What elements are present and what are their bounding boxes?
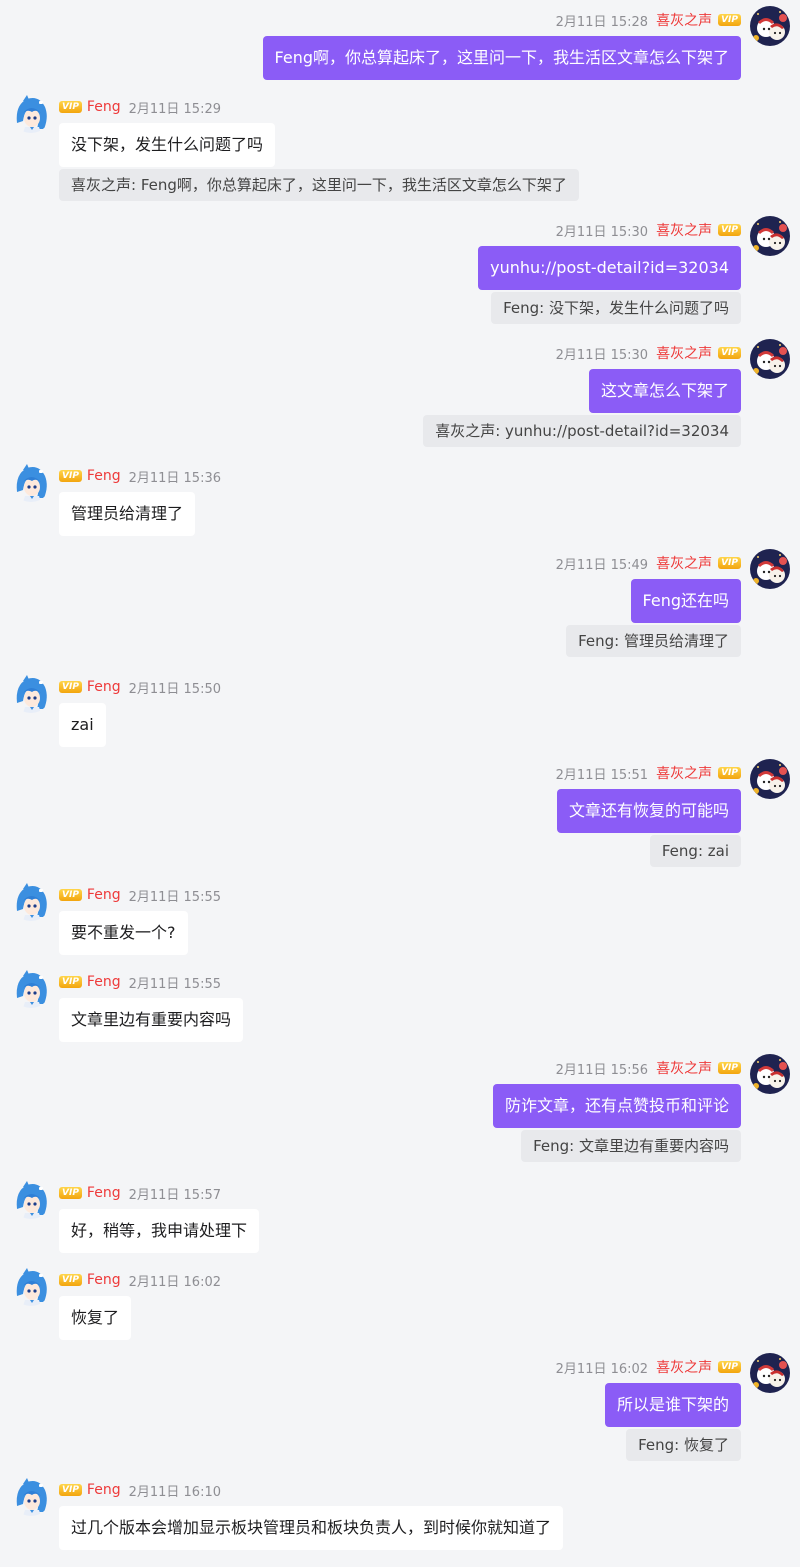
quoted-reply[interactable]: Feng: 恢复了 (626, 1429, 741, 1461)
quoted-reply[interactable]: 喜灰之声: Feng啊，你总算起床了，这里问一下，我生活区文章怎么下架了 (59, 169, 579, 201)
timestamp: 2月11日 15:30 (555, 347, 649, 363)
timestamp: 2月11日 15:55 (128, 976, 222, 992)
timestamp: 2月11日 15:28 (555, 14, 649, 30)
message-meta: VIP Feng 2月11日 16:10 (59, 1480, 221, 1500)
quoted-reply[interactable]: Feng: zai (649, 835, 741, 867)
avatar[interactable] (750, 1353, 790, 1393)
message-bubble[interactable]: 恢复了 (59, 1296, 132, 1340)
message-bubble[interactable]: 管理员给清理了 (59, 492, 196, 536)
quoted-reply[interactable]: Feng: 文章里边有重要内容吗 (521, 1130, 741, 1162)
timestamp: 2月11日 15:51 (555, 767, 649, 783)
sender-name[interactable]: Feng (87, 974, 121, 990)
quoted-reply[interactable]: Feng: 管理员给清理了 (566, 625, 741, 657)
avatar[interactable] (750, 339, 790, 379)
avatar[interactable] (750, 549, 790, 589)
avatar[interactable] (11, 93, 51, 133)
timestamp: 2月11日 15:49 (555, 557, 649, 573)
message-meta: 2月11日 15:49 喜灰之声 VIP (556, 553, 741, 573)
vip-badge: VIP (59, 1274, 82, 1286)
timestamp: 2月11日 15:50 (128, 681, 222, 697)
avatar[interactable] (750, 1054, 790, 1094)
avatar[interactable] (750, 216, 790, 256)
message-meta: VIP Feng 2月11日 15:55 (59, 972, 221, 992)
vip-badge: VIP (718, 14, 741, 26)
message-meta: 2月11日 15:30 喜灰之声 VIP (556, 220, 741, 240)
message-bubble[interactable]: 没下架，发生什么问题了吗 (59, 123, 276, 167)
message-bubble[interactable]: 这文章怎么下架了 (588, 369, 741, 413)
quoted-reply[interactable]: 喜灰之声: yunhu://post-detail?id=32034 (423, 415, 741, 447)
sender-name[interactable]: Feng (87, 1482, 121, 1498)
vip-badge: VIP (718, 767, 741, 779)
message-bubble[interactable]: 要不重发一个? (59, 911, 188, 955)
message-meta: 2月11日 15:56 喜灰之声 VIP (556, 1058, 741, 1078)
avatar[interactable] (11, 968, 51, 1008)
timestamp: 2月11日 16:10 (128, 1484, 222, 1500)
sender-name[interactable]: 喜灰之声 (656, 343, 712, 363)
vip-badge: VIP (718, 347, 741, 359)
sender-name[interactable]: 喜灰之声 (656, 763, 712, 783)
avatar[interactable] (750, 6, 790, 46)
timestamp: 2月11日 15:55 (128, 889, 222, 905)
message-bubble[interactable]: 所以是谁下架的 (604, 1383, 741, 1427)
sender-name[interactable]: Feng (87, 1272, 121, 1288)
message-meta: 2月11日 15:28 喜灰之声 VIP (556, 10, 741, 30)
vip-badge: VIP (59, 681, 82, 693)
avatar[interactable] (11, 1179, 51, 1219)
vip-badge: VIP (59, 101, 82, 113)
message-meta: VIP Feng 2月11日 16:02 (59, 1270, 221, 1290)
message-bubble[interactable]: yunhu://post-detail?id=32034 (478, 246, 741, 290)
message-bubble[interactable]: 过几个版本会增加显示板块管理员和板块负责人，到时候你就知道了 (59, 1506, 564, 1550)
sender-name[interactable]: Feng (87, 679, 121, 695)
vip-badge: VIP (59, 1484, 82, 1496)
message-bubble[interactable]: Feng啊，你总算起床了，这里问一下，我生活区文章怎么下架了 (262, 36, 741, 80)
avatar[interactable] (11, 673, 51, 713)
sender-name[interactable]: 喜灰之声 (656, 1357, 712, 1377)
vip-badge: VIP (718, 224, 741, 236)
avatar[interactable] (11, 1476, 51, 1516)
vip-badge: VIP (718, 557, 741, 569)
message-meta: VIP Feng 2月11日 15:29 (59, 97, 221, 117)
vip-badge: VIP (59, 976, 82, 988)
message-meta: 2月11日 15:51 喜灰之声 VIP (556, 763, 741, 783)
sender-name[interactable]: 喜灰之声 (656, 1058, 712, 1078)
message-meta: VIP Feng 2月11日 15:50 (59, 677, 221, 697)
timestamp: 2月11日 15:56 (555, 1062, 649, 1078)
chat-screen: { "vip_label": "VIP", "messages": [ {"si… (0, 0, 800, 1567)
message-bubble[interactable]: 防诈文章，还有点赞投币和评论 (492, 1084, 741, 1128)
message-bubble[interactable]: zai (59, 703, 106, 747)
message-meta: VIP Feng 2月11日 15:55 (59, 885, 221, 905)
vip-badge: VIP (59, 889, 82, 901)
avatar[interactable] (750, 759, 790, 799)
message-bubble[interactable]: 好，稍等，我申请处理下 (59, 1209, 260, 1253)
message-bubble[interactable]: 文章还有恢复的可能吗 (556, 789, 741, 833)
message-meta: VIP Feng 2月11日 15:57 (59, 1183, 221, 1203)
sender-name[interactable]: 喜灰之声 (656, 10, 712, 30)
vip-badge: VIP (59, 470, 82, 482)
vip-badge: VIP (718, 1361, 741, 1373)
sender-name[interactable]: Feng (87, 468, 121, 484)
avatar[interactable] (11, 1266, 51, 1306)
vip-badge: VIP (718, 1062, 741, 1074)
sender-name[interactable]: Feng (87, 887, 121, 903)
timestamp: 2月11日 15:29 (128, 101, 222, 117)
timestamp: 2月11日 15:36 (128, 470, 222, 486)
message-meta: 2月11日 15:30 喜灰之声 VIP (556, 343, 741, 363)
vip-badge: VIP (59, 1187, 82, 1199)
avatar[interactable] (11, 881, 51, 921)
timestamp: 2月11日 15:57 (128, 1187, 222, 1203)
sender-name[interactable]: 喜灰之声 (656, 553, 712, 573)
timestamp: 2月11日 16:02 (128, 1274, 222, 1290)
message-meta: 2月11日 16:02 喜灰之声 VIP (556, 1357, 741, 1377)
message-meta: VIP Feng 2月11日 15:36 (59, 466, 221, 486)
timestamp: 2月11日 15:30 (555, 224, 649, 240)
avatar[interactable] (11, 462, 51, 502)
sender-name[interactable]: Feng (87, 99, 121, 115)
sender-name[interactable]: Feng (87, 1185, 121, 1201)
sender-name[interactable]: 喜灰之声 (656, 220, 712, 240)
quoted-reply[interactable]: Feng: 没下架，发生什么问题了吗 (491, 292, 741, 324)
message-bubble[interactable]: 文章里边有重要内容吗 (59, 998, 244, 1042)
message-bubble[interactable]: Feng还在吗 (630, 579, 741, 623)
timestamp: 2月11日 16:02 (555, 1361, 649, 1377)
